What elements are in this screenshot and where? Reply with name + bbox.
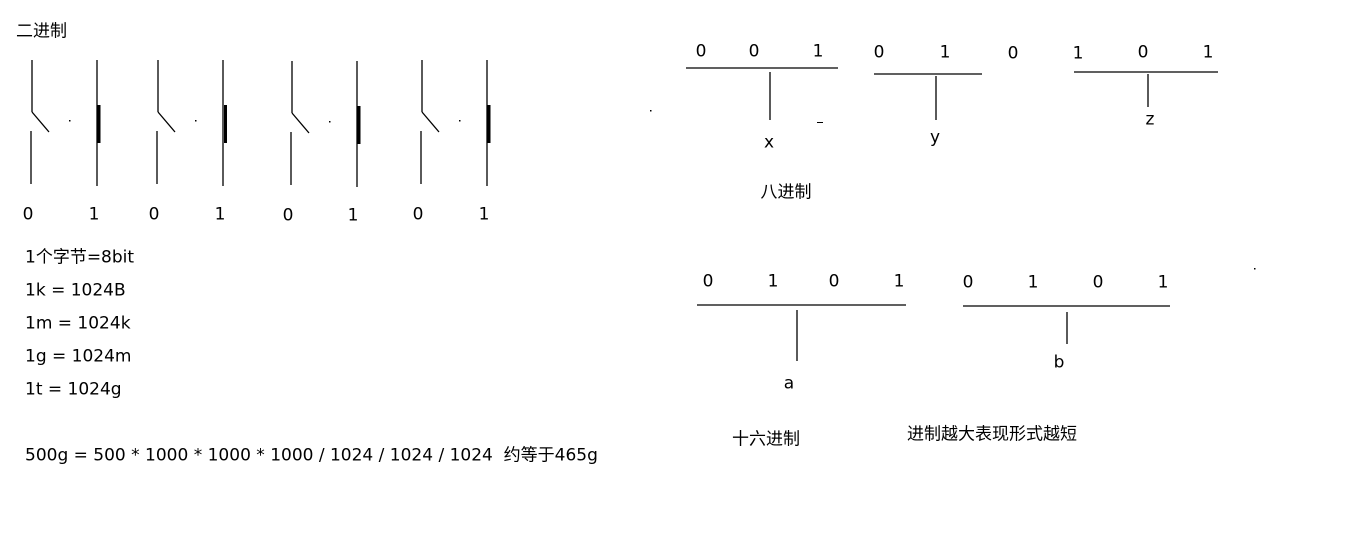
switch-closed-1 [96, 60, 101, 186]
octal-digit: 1 [939, 42, 951, 63]
hex-digit: 1 [767, 271, 779, 292]
octal-digit: 0 [873, 42, 885, 63]
switch-label: 0 [148, 204, 160, 225]
octal-label: y [929, 127, 941, 148]
octal-label: x [763, 132, 775, 153]
unit-line: 1g = 1024m [25, 346, 132, 367]
octal-digit: 1 [812, 41, 824, 62]
switch-label: 0 [282, 205, 294, 226]
unit-line: 1t = 1024g [25, 379, 122, 400]
switch-label: 1 [214, 204, 226, 225]
octal-digit: 1 [1202, 42, 1214, 63]
octal-label: z [1145, 109, 1155, 130]
hex-digit: 0 [962, 272, 974, 293]
octal-title: 八进制 [760, 182, 812, 203]
unit-line: 1个字节=8bit [25, 247, 135, 268]
hex-digit: 1 [1157, 272, 1169, 293]
switch-label: 1 [478, 204, 490, 225]
switch-open-2 [156, 60, 176, 184]
hex-bracket-b [963, 305, 1170, 344]
switch-label: 0 [22, 204, 34, 225]
hex-title: 十六进制 [732, 429, 800, 450]
drawing-canvas: 二进制 0 1 0 1 0 1 0 1 1个字节=8bit 1k = 1024B… [0, 0, 1357, 539]
hex-digit: 0 [828, 271, 840, 292]
binary-title: 二进制 [16, 21, 67, 42]
hex-label: b [1053, 352, 1065, 373]
switch-label: 1 [88, 204, 100, 225]
switch-closed-7 [486, 60, 491, 186]
hex-label: a [783, 373, 795, 394]
octal-bracket-x [686, 67, 838, 120]
octal-bracket-y [874, 73, 982, 120]
unit-line: 1m = 1024k [25, 313, 131, 334]
switch-label: 0 [412, 204, 424, 225]
switch-label: 1 [347, 205, 359, 226]
octal-digit: 0 [695, 41, 707, 62]
hex-digit: 0 [702, 271, 714, 292]
storage-calculation: 500g = 500 * 1000 * 1000 * 1000 / 1024 /… [25, 445, 598, 466]
hex-digit: 0 [1092, 272, 1104, 293]
hex-digit: 1 [1027, 272, 1039, 293]
switch-open-4 [290, 61, 310, 185]
octal-digit: 0 [1007, 43, 1019, 64]
switch-closed-3 [222, 60, 227, 186]
radix-note: 进制越大表现形式越短 [907, 424, 1077, 445]
octal-digit: 1 [1072, 43, 1084, 64]
unit-line: 1k = 1024B [25, 280, 126, 301]
octal-bracket-z [1074, 71, 1218, 107]
octal-digit: 0 [1137, 42, 1149, 63]
stray-dots [69, 110, 1256, 270]
octal-digit: 0 [748, 41, 760, 62]
switch-closed-5 [356, 61, 361, 187]
hex-digit: 1 [893, 271, 905, 292]
switch-open-0 [30, 60, 50, 184]
switch-open-6 [420, 60, 440, 184]
hex-bracket-a [697, 304, 906, 361]
